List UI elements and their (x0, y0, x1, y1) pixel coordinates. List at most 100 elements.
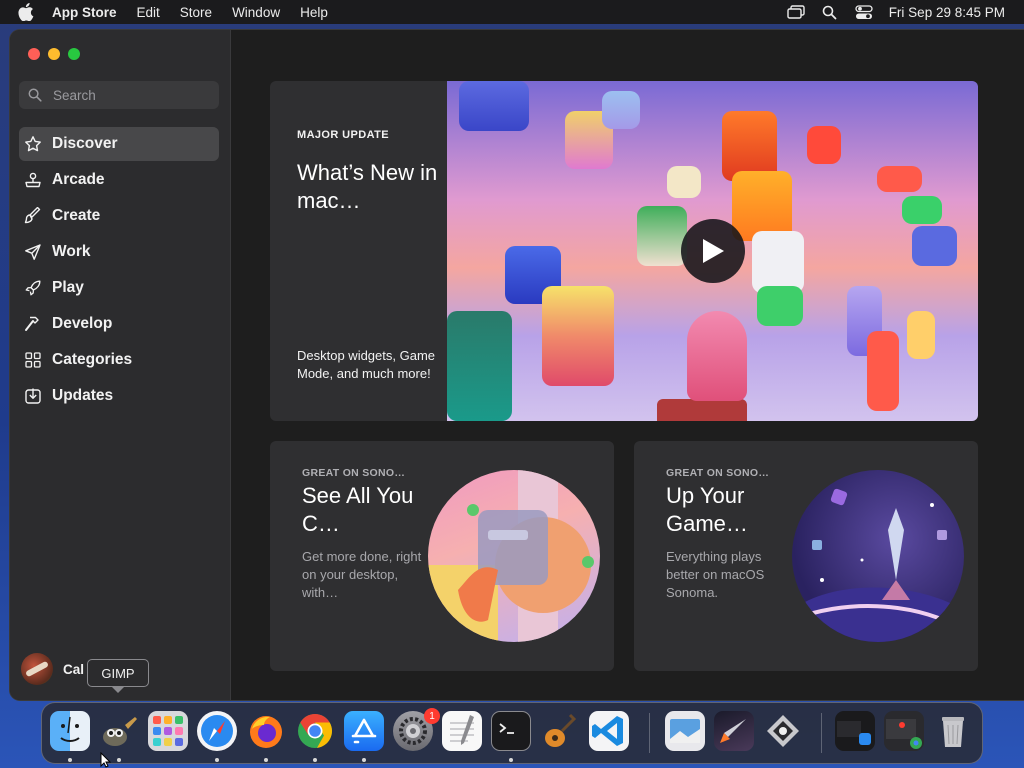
dock-finder-icon[interactable] (50, 711, 90, 751)
spotlight-search-icon[interactable] (821, 3, 839, 21)
minimize-window-button[interactable] (48, 48, 60, 60)
app-store-window: Discover Arcade Create Work (10, 30, 1024, 700)
menu-edit[interactable]: Edit (137, 5, 160, 20)
app-tile (907, 311, 935, 359)
running-indicator (117, 758, 121, 762)
app-tile (867, 331, 899, 411)
close-window-button[interactable] (28, 48, 40, 60)
sidebar-item-label: Develop (52, 315, 113, 332)
dock-firefox-icon[interactable] (246, 711, 286, 751)
sidebar-item-label: Discover (52, 135, 118, 152)
sidebar-item-arcade[interactable]: Arcade (19, 163, 219, 197)
mouse-cursor-icon (100, 752, 112, 768)
main-content: MAJOR UPDATE What’s New in mac… Desktop … (231, 30, 1024, 700)
running-indicator (68, 758, 72, 762)
app-tile (542, 286, 614, 386)
menu-window[interactable]: Window (232, 5, 280, 20)
dock-window-thumbnail-icon[interactable] (835, 711, 875, 751)
dock-textedit-icon[interactable] (442, 711, 482, 751)
dock-preview-icon[interactable] (665, 711, 705, 751)
sidebar-item-label: Create (52, 207, 101, 224)
feature-card-desktop[interactable]: GREAT ON SONO… See All You C… Get more d… (270, 441, 614, 671)
card-subtitle: Everything plays better on macOS Sonoma. (666, 549, 765, 600)
dock-garageband-icon[interactable] (540, 711, 580, 751)
hero-title: What’s New in mac… (297, 160, 438, 213)
running-indicator (215, 758, 219, 762)
running-indicator (313, 758, 317, 762)
paper-plane-icon (24, 243, 42, 261)
app-tile (459, 81, 529, 131)
figure-person (687, 311, 747, 401)
card-eyebrow: GREAT ON SONO… (302, 467, 406, 479)
sidebar-item-work[interactable]: Work (19, 235, 219, 269)
joystick-icon (24, 171, 42, 189)
figure-platform (657, 399, 747, 421)
sidebar-item-updates[interactable]: Updates (19, 379, 219, 413)
sidebar-item-discover[interactable]: Discover (19, 127, 219, 161)
dock-chrome-window-icon[interactable] (884, 711, 924, 751)
sidebar-item-label: Play (52, 279, 84, 296)
running-indicator (264, 758, 268, 762)
dock-trash-icon[interactable] (933, 711, 973, 751)
menu-clock[interactable]: Fri Sep 29 8:45 PM (889, 5, 1005, 20)
dock-tooltip: GIMP (87, 659, 149, 693)
grid-icon (24, 351, 42, 369)
dock-vscode-icon[interactable] (589, 711, 629, 751)
menu-app-name[interactable]: App Store (52, 5, 117, 20)
avatar (21, 653, 53, 685)
dock-launchpad-icon[interactable] (148, 711, 188, 751)
sidebar-item-label: Updates (52, 387, 114, 404)
sidebar: Discover Arcade Create Work (10, 30, 231, 700)
sidebar-nav: Discover Arcade Create Work Play Develop… (19, 127, 219, 415)
hero-artwork (447, 81, 978, 421)
dock-separator (821, 713, 822, 753)
sidebar-item-play[interactable]: Play (19, 271, 219, 305)
card-artwork (792, 470, 964, 642)
dock-terminal-icon[interactable] (491, 711, 531, 751)
brush-icon (24, 207, 42, 225)
play-video-button[interactable] (681, 219, 745, 283)
screen-mirroring-icon[interactable] (786, 3, 805, 21)
app-tile (757, 286, 803, 326)
dock-rocket-icon[interactable] (714, 711, 754, 751)
sidebar-item-label: Categories (52, 351, 133, 368)
sidebar-item-develop[interactable]: Develop (19, 307, 219, 341)
search-icon (28, 88, 42, 102)
zoom-window-button[interactable] (68, 48, 80, 60)
star-icon (24, 135, 42, 153)
hero-eyebrow: MAJOR UPDATE (297, 129, 389, 141)
dock-gimp-icon[interactable] (99, 711, 139, 751)
menu-help[interactable]: Help (300, 5, 328, 20)
play-icon (703, 239, 724, 263)
apple-menu-icon[interactable] (18, 3, 36, 21)
menu-store[interactable]: Store (180, 5, 212, 20)
app-tile (637, 206, 687, 266)
hero-card[interactable]: MAJOR UPDATE What’s New in mac… Desktop … (270, 81, 978, 421)
card-title: Up Your Game… (666, 483, 748, 536)
app-tile (877, 166, 922, 192)
sidebar-item-label: Work (52, 243, 91, 260)
dock-inkscape-icon[interactable] (763, 711, 803, 751)
feature-card-game[interactable]: GREAT ON SONO… Up Your Game… Everything … (634, 441, 978, 671)
search-box[interactable] (19, 81, 219, 109)
sidebar-item-categories[interactable]: Categories (19, 343, 219, 377)
card-eyebrow: GREAT ON SONO… (666, 467, 770, 479)
account-button[interactable]: Cal (21, 653, 84, 685)
dock-chrome-icon[interactable] (295, 711, 335, 751)
menu-bar: App Store Edit Store Window Help Fri Sep… (0, 0, 1024, 24)
app-tile (602, 91, 640, 129)
dock-app-store-icon[interactable] (344, 711, 384, 751)
search-input[interactable] (51, 86, 205, 104)
dock-safari-icon[interactable] (197, 711, 237, 751)
hammer-icon (24, 315, 42, 333)
control-center-icon[interactable] (855, 3, 873, 21)
sidebar-item-create[interactable]: Create (19, 199, 219, 233)
account-name: Cal (63, 661, 85, 677)
app-tile (912, 226, 957, 266)
card-artwork (428, 470, 600, 642)
download-icon (24, 387, 42, 405)
card-title: See All You C… (302, 483, 414, 536)
dock: 1 (41, 702, 983, 764)
window-controls (28, 48, 88, 60)
running-indicator (362, 758, 366, 762)
